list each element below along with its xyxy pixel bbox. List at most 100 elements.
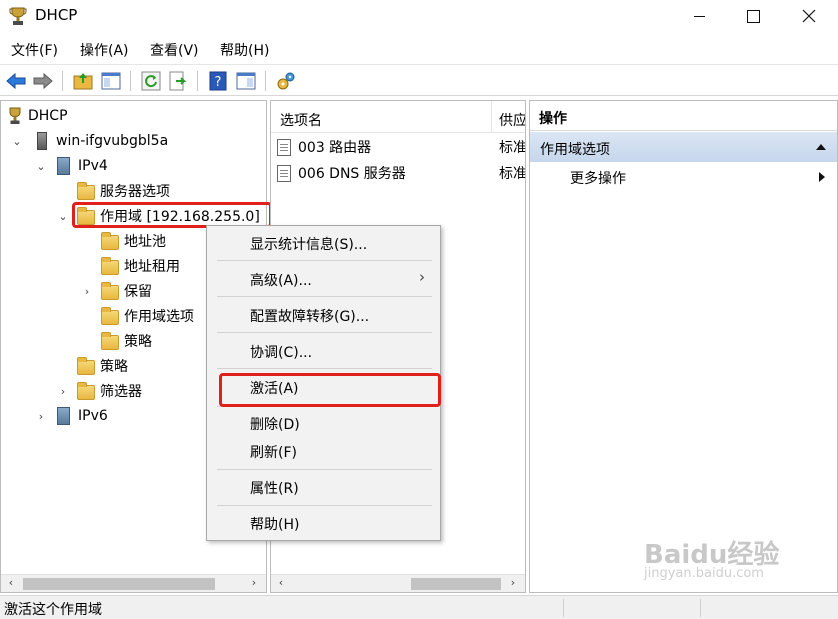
title-bar: DHCP — [0, 0, 838, 32]
actions-section-scope-options[interactable]: 作用域选项 — [530, 132, 837, 162]
expand-chevron-icon[interactable]: › — [57, 385, 69, 398]
tree-item-ipv4[interactable]: ⌄ IPv4 — [35, 155, 108, 177]
tree-item-reservations[interactable]: › 保留 — [81, 280, 152, 302]
tree-label: 地址租用 — [124, 259, 180, 275]
show-hide-tree-icon[interactable] — [100, 70, 122, 92]
svg-text:?: ? — [215, 75, 222, 90]
collapse-up-icon[interactable] — [816, 144, 826, 150]
option-name: 006 DNS 服务器 — [298, 166, 406, 182]
section-label: 作用域选项 — [540, 142, 610, 158]
scroll-right-arrow-icon[interactable]: › — [246, 576, 262, 589]
option-name: 003 路由器 — [298, 140, 372, 156]
menu-item-refresh[interactable]: 刷新(F) — [250, 442, 297, 462]
tree-label: IPv4 — [78, 158, 108, 174]
tree-horizontal-scrollbar[interactable]: ‹ › — [1, 574, 266, 592]
menu-action[interactable]: 操作(A) — [80, 40, 129, 60]
tree-label: win-ifgvubgbl5a — [56, 133, 169, 149]
dhcp-trophy-icon — [9, 107, 21, 124]
toolbar: ? — [0, 64, 838, 96]
dhcp-trophy-icon — [9, 7, 27, 25]
tree-label: 策略 — [124, 334, 152, 350]
column-header-vendor[interactable]: 供应 — [499, 110, 525, 130]
configure-gears-icon[interactable] — [275, 70, 297, 92]
tree-item-server-options[interactable]: 服务器选项 — [77, 180, 170, 202]
collapse-chevron-icon[interactable]: ⌄ — [11, 135, 23, 148]
export-list-icon[interactable] — [167, 70, 189, 92]
server-icon — [37, 132, 47, 150]
scroll-thumb[interactable] — [411, 578, 501, 590]
expand-chevron-icon[interactable]: › — [35, 410, 47, 423]
list-header: 选项名 供应 — [271, 101, 525, 133]
forward-arrow-icon[interactable] — [32, 70, 54, 92]
status-text: 激活这个作用域 — [4, 602, 102, 618]
list-item[interactable]: 003 路由器 标准 — [277, 136, 526, 158]
collapse-chevron-icon[interactable]: ⌄ — [35, 160, 47, 173]
menu-view[interactable]: 查看(V) — [150, 40, 199, 60]
folder-icon — [101, 306, 119, 325]
menu-separator — [217, 296, 432, 297]
maximize-button[interactable] — [730, 0, 776, 32]
menu-separator — [217, 368, 432, 369]
toolbar-separator — [130, 71, 131, 91]
tree-label: 作用域选项 — [124, 309, 194, 325]
column-divider[interactable] — [491, 101, 492, 133]
scroll-thumb[interactable] — [23, 578, 215, 590]
tree-label: 服务器选项 — [100, 184, 170, 200]
tree-item-filters[interactable]: › 筛选器 — [57, 380, 142, 402]
ipv6-icon — [57, 407, 70, 425]
menu-bar: 文件(F) 操作(A) 查看(V) 帮助(H) — [0, 36, 838, 62]
more-actions-item[interactable]: 更多操作 — [570, 168, 626, 188]
menu-file[interactable]: 文件(F) — [11, 40, 58, 60]
menu-item-configure-failover[interactable]: 配置故障转移(G)... — [250, 306, 369, 326]
folder-icon — [101, 331, 119, 350]
action-pane-icon[interactable] — [235, 70, 257, 92]
tree-label: 策略 — [100, 359, 128, 375]
menu-item-advanced[interactable]: 高级(A)... — [250, 270, 312, 290]
tree-item-dhcp[interactable]: DHCP — [7, 105, 68, 127]
tree-item-ipv6[interactable]: › IPv6 — [35, 405, 108, 427]
tree-item-scope-options[interactable]: 作用域选项 — [101, 305, 194, 327]
close-icon — [802, 9, 816, 23]
tree-item-address-pool[interactable]: 地址池 — [101, 230, 166, 252]
menu-item-show-statistics[interactable]: 显示统计信息(S)... — [250, 234, 367, 254]
menu-item-help[interactable]: 帮助(H) — [250, 514, 299, 534]
filter-icon — [77, 381, 95, 400]
more-actions-label: 更多操作 — [570, 171, 626, 187]
up-folder-icon[interactable] — [72, 70, 94, 92]
option-doc-icon — [277, 138, 291, 156]
column-header-option-name[interactable]: 选项名 — [280, 110, 322, 130]
menu-help[interactable]: 帮助(H) — [220, 40, 269, 60]
menu-item-delete[interactable]: 删除(D) — [250, 414, 300, 434]
toolbar-separator — [62, 71, 63, 91]
menu-item-reconcile[interactable]: 协调(C)... — [250, 342, 312, 362]
list-horizontal-scrollbar[interactable]: ‹ › — [271, 574, 525, 592]
menu-item-properties[interactable]: 属性(R) — [250, 478, 299, 498]
menu-separator — [217, 260, 432, 261]
list-item[interactable]: 006 DNS 服务器 标准 — [277, 162, 526, 184]
tree-item-policies[interactable]: 策略 — [77, 355, 128, 377]
option-vendor: 标准 — [499, 166, 526, 182]
submenu-chevron-icon: › — [419, 268, 425, 286]
scroll-left-arrow-icon[interactable]: ‹ — [3, 576, 19, 589]
submenu-arrow-icon[interactable] — [819, 172, 825, 182]
folder-icon — [77, 181, 95, 200]
window-title: DHCP — [35, 6, 78, 24]
tree-item-scope-policies[interactable]: 策略 — [101, 330, 152, 352]
refresh-icon[interactable] — [140, 70, 162, 92]
collapse-chevron-icon[interactable]: ⌄ — [57, 210, 69, 223]
help-icon[interactable]: ? — [207, 70, 229, 92]
tree-item-address-leases[interactable]: 地址租用 — [101, 255, 180, 277]
menu-separator — [217, 505, 432, 506]
back-arrow-icon[interactable] — [5, 70, 27, 92]
scroll-right-arrow-icon[interactable]: › — [505, 576, 521, 589]
expand-chevron-icon[interactable]: › — [81, 285, 93, 298]
menu-separator — [217, 332, 432, 333]
tree-label: 地址池 — [124, 234, 166, 250]
tree-item-server[interactable]: ⌄ win-ifgvubgbl5a — [11, 130, 168, 152]
ipv4-icon — [57, 157, 70, 175]
close-button[interactable] — [786, 0, 832, 32]
folder-clock-icon — [101, 256, 119, 275]
option-vendor: 标准 — [499, 140, 526, 156]
scroll-left-arrow-icon[interactable]: ‹ — [273, 576, 289, 589]
minimize-button[interactable] — [676, 0, 722, 32]
